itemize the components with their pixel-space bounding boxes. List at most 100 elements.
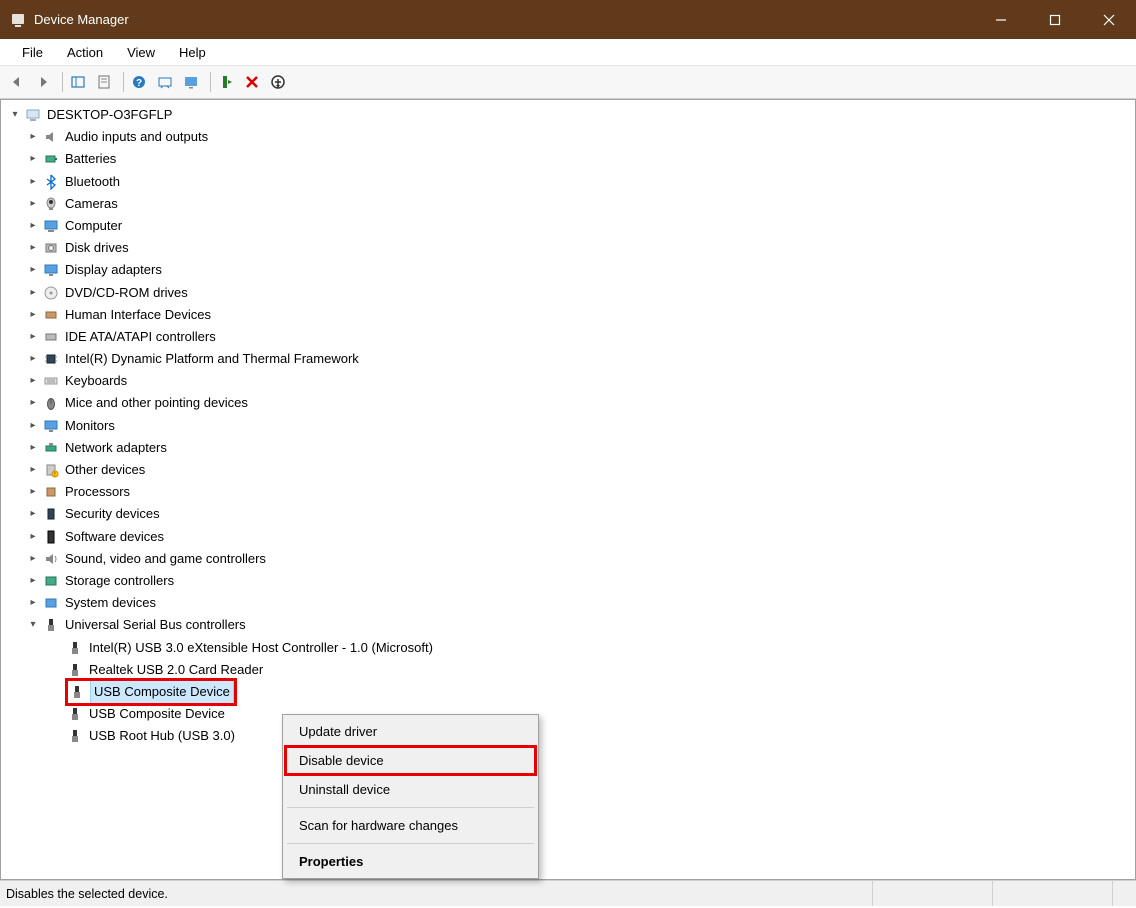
tree-category[interactable]: ▸DVD/CD-ROM drives <box>9 282 1135 304</box>
chevron-right-icon[interactable]: ▸ <box>27 486 39 498</box>
cpu-icon <box>43 484 59 500</box>
tree-category-label: Sound, video and game controllers <box>65 548 266 570</box>
software-icon <box>43 529 59 545</box>
tree-category-label: Storage controllers <box>65 570 174 592</box>
tree-category[interactable]: ▸ System devices <box>9 592 1135 614</box>
tree-category[interactable]: ▸Bluetooth <box>9 171 1135 193</box>
context-menu-item[interactable]: Properties <box>285 847 536 876</box>
context-menu-item[interactable]: Uninstall device <box>285 775 536 804</box>
titlebar: Device Manager <box>0 0 1136 39</box>
menu-action[interactable]: Action <box>55 41 115 64</box>
tree-category-label: Batteries <box>65 148 116 170</box>
chevron-right-icon[interactable]: ▸ <box>27 575 39 587</box>
tree-category[interactable]: ▸Human Interface Devices <box>9 304 1135 326</box>
tree-category[interactable]: ▸Intel(R) Dynamic Platform and Thermal F… <box>9 348 1135 370</box>
chevron-right-icon[interactable]: ▸ <box>27 442 39 454</box>
tree-category[interactable]: ▸Mice and other pointing devices <box>9 392 1135 414</box>
tree-category[interactable]: ▸Network adapters <box>9 437 1135 459</box>
chevron-right-icon[interactable]: ▸ <box>27 353 39 365</box>
menu-view[interactable]: View <box>115 41 167 64</box>
chevron-right-icon[interactable]: ▸ <box>27 398 39 410</box>
chevron-right-icon[interactable]: ▸ <box>27 287 39 299</box>
app-icon <box>10 12 26 28</box>
tree-category[interactable]: ▸ Computer <box>9 215 1135 237</box>
tree-category[interactable]: ▸Cameras <box>9 193 1135 215</box>
chevron-right-icon[interactable]: ▸ <box>27 531 39 543</box>
battery-icon <box>43 151 59 167</box>
chevron-right-icon[interactable]: ▸ <box>27 264 39 276</box>
tree-category[interactable]: ▸Security devices <box>9 503 1135 525</box>
tree-category[interactable]: ▸ Monitors <box>9 415 1135 437</box>
tree-device[interactable]: Realtek USB 2.0 Card Reader <box>9 659 1135 681</box>
forward-button[interactable] <box>32 71 54 93</box>
close-button[interactable] <box>1082 0 1136 39</box>
tree-device[interactable]: USB Composite Device <box>9 681 1135 703</box>
tree-category[interactable]: ▸!Other devices <box>9 459 1135 481</box>
tree-category-label: Universal Serial Bus controllers <box>65 614 246 636</box>
chevron-right-icon[interactable]: ▸ <box>27 420 39 432</box>
tree-category-label: Monitors <box>65 415 115 437</box>
tree-category-label: Computer <box>65 215 122 237</box>
window-controls <box>974 0 1136 39</box>
tree-category-label: System devices <box>65 592 156 614</box>
tree-category-usb[interactable]: ▾ Universal Serial Bus controllers <box>9 614 1135 636</box>
toolbar-separator <box>123 72 124 92</box>
chevron-right-icon[interactable]: ▸ <box>27 198 39 210</box>
tree-category[interactable]: ▸Keyboards <box>9 370 1135 392</box>
tree-category[interactable]: ▸ Batteries <box>9 148 1135 170</box>
tree-device[interactable]: Intel(R) USB 3.0 eXtensible Host Control… <box>9 637 1135 659</box>
chevron-right-icon[interactable]: ▸ <box>27 220 39 232</box>
chevron-down-icon[interactable]: ▾ <box>9 109 21 121</box>
chevron-right-icon[interactable]: ▸ <box>27 176 39 188</box>
device-tree-panel[interactable]: ▾ DESKTOP-O3FGFLP ▸ Audio inputs and outp… <box>0 99 1136 880</box>
tree-category[interactable]: ▸Software devices <box>9 526 1135 548</box>
show-hide-tree-button[interactable] <box>67 71 89 93</box>
toolbar: ? <box>0 66 1136 99</box>
chevron-right-icon[interactable]: ▸ <box>27 153 39 165</box>
menu-separator <box>287 807 534 808</box>
chevron-right-icon[interactable]: ▸ <box>27 375 39 387</box>
tree-category-label: Audio inputs and outputs <box>65 126 208 148</box>
tree-category[interactable]: ▸ IDE ATA/ATAPI controllers <box>9 326 1135 348</box>
chevron-right-icon[interactable]: ▸ <box>27 597 39 609</box>
menu-file[interactable]: File <box>10 41 55 64</box>
back-button[interactable] <box>6 71 28 93</box>
chevron-right-icon[interactable]: ▸ <box>27 242 39 254</box>
chevron-right-icon[interactable]: ▸ <box>27 508 39 520</box>
context-menu-item[interactable]: Scan for hardware changes <box>285 811 536 840</box>
properties-button[interactable] <box>93 71 115 93</box>
audio-icon <box>43 129 59 145</box>
disable-device-button[interactable] <box>267 71 289 93</box>
enable-device-button[interactable] <box>215 71 237 93</box>
chevron-right-icon[interactable]: ▸ <box>27 131 39 143</box>
tree-category[interactable]: ▸Processors <box>9 481 1135 503</box>
tree-device[interactable]: USB Root Hub (USB 3.0) <box>9 725 1135 747</box>
chevron-right-icon[interactable]: ▸ <box>27 464 39 476</box>
system-icon <box>43 595 59 611</box>
tree-category-label: Other devices <box>65 459 145 481</box>
tree-device[interactable]: USB Composite Device <box>9 703 1135 725</box>
chevron-down-icon[interactable]: ▾ <box>27 619 39 631</box>
minimize-button[interactable] <box>974 0 1028 39</box>
tree-root-node[interactable]: ▾ DESKTOP-O3FGFLP <box>9 104 1135 126</box>
scan-hardware-button[interactable] <box>154 71 176 93</box>
uninstall-device-button[interactable] <box>241 71 263 93</box>
usb-icon <box>69 684 85 700</box>
chevron-right-icon[interactable]: ▸ <box>27 309 39 321</box>
help-button[interactable]: ? <box>128 71 150 93</box>
update-driver-button[interactable] <box>180 71 202 93</box>
context-menu-item[interactable]: Update driver <box>285 717 536 746</box>
menu-help[interactable]: Help <box>167 41 218 64</box>
statusbar-grip[interactable] <box>1112 881 1136 906</box>
tree-category[interactable]: ▸ Audio inputs and outputs <box>9 126 1135 148</box>
tree-category[interactable]: ▸Disk drives <box>9 237 1135 259</box>
chevron-right-icon[interactable]: ▸ <box>27 331 39 343</box>
context-menu-item[interactable]: Disable device <box>285 746 536 775</box>
maximize-button[interactable] <box>1028 0 1082 39</box>
tree-category[interactable]: ▸ Sound, video and game controllers <box>9 548 1135 570</box>
tree-category[interactable]: ▸ Storage controllers <box>9 570 1135 592</box>
chevron-right-icon[interactable]: ▸ <box>27 553 39 565</box>
tree-category-label: IDE ATA/ATAPI controllers <box>65 326 216 348</box>
usb-icon <box>67 640 83 656</box>
tree-category[interactable]: ▸Display adapters <box>9 259 1135 281</box>
